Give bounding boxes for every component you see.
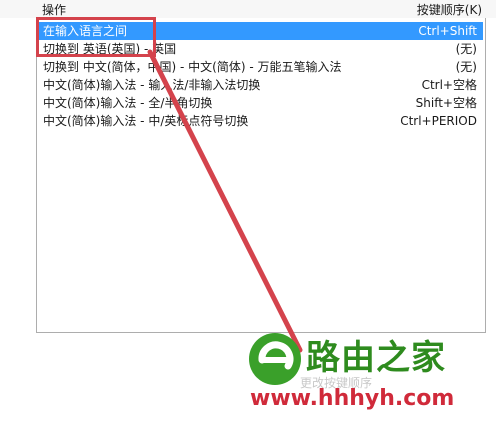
watermark-url: www.hhhyh.com xyxy=(250,386,455,411)
watermark-logo-icon xyxy=(249,333,301,385)
watermark-brand: 路由之家 xyxy=(306,338,446,378)
watermark: 路由之家 www.hhhyh.com xyxy=(240,320,496,427)
